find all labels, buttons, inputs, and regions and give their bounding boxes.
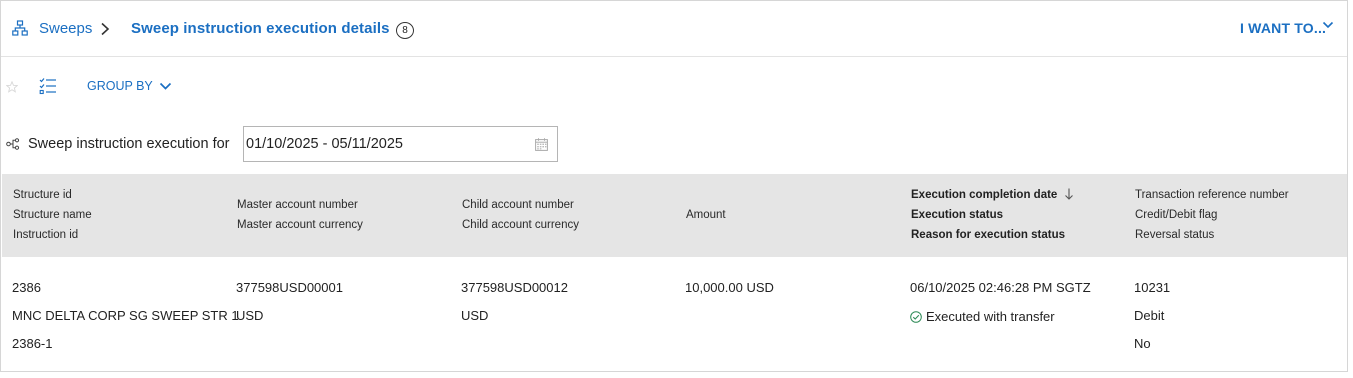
check-circle-icon <box>910 311 922 323</box>
chevron-down-icon[interactable] <box>1322 20 1334 30</box>
column-header-amount[interactable]: Amount <box>686 205 726 225</box>
favorite-star-icon[interactable] <box>6 81 18 93</box>
child-account-currency-cell: USD <box>461 308 489 323</box>
page-title: Sweep instruction execution details <box>131 20 390 37</box>
reversal-status-cell: No <box>1134 336 1151 351</box>
credit-debit-flag-cell: Debit <box>1134 308 1165 323</box>
date-range-value[interactable]: 01/10/2025 - 05/11/2025 <box>246 136 403 152</box>
execution-status-cell: Executed with transfer <box>910 309 1055 324</box>
execution-status-label: Executed with transfer <box>926 309 1055 324</box>
date-range-input[interactable]: 01/10/2025 - 05/11/2025 <box>243 126 558 162</box>
amount-cell: 10,000.00 USD <box>685 280 774 295</box>
record-count-badge: 8 <box>396 22 414 39</box>
filter-label: Sweep instruction execution for <box>28 136 230 152</box>
child-account-number-cell: 377598USD00012 <box>461 280 568 295</box>
column-header-execution[interactable]: Execution completion date Execution stat… <box>911 185 1074 245</box>
sort-descending-icon[interactable] <box>1064 188 1074 200</box>
column-settings-icon[interactable] <box>39 77 57 95</box>
chevron-right-icon <box>101 22 110 36</box>
master-account-currency-cell: USD <box>236 308 264 323</box>
column-header-master-account[interactable]: Master account number Master account cur… <box>237 195 363 235</box>
table-header: Structure id Structure name Instruction … <box>2 174 1347 257</box>
chevron-down-icon[interactable] <box>159 82 172 91</box>
i-want-to-menu[interactable]: I WANT TO... <box>1240 20 1326 36</box>
instruction-id-cell: 2386-1 <box>12 336 53 351</box>
calendar-icon[interactable] <box>535 138 548 151</box>
master-account-number-cell: 377598USD00001 <box>236 280 343 295</box>
breadcrumb-sweeps-link[interactable]: Sweeps <box>39 20 92 37</box>
structure-id-cell: 2386 <box>12 280 41 295</box>
group-by-button[interactable]: GROUP BY <box>87 79 153 93</box>
page-header: Sweeps Sweep instruction execution detai… <box>1 1 1347 57</box>
execution-completion-date-cell: 06/10/2025 02:46:28 PM SGTZ <box>910 280 1091 295</box>
structure-tree-icon <box>6 138 20 150</box>
structure-name-cell: MNC DELTA CORP SG SWEEP STR 1 <box>12 308 239 323</box>
column-header-transaction[interactable]: Transaction reference number Credit/Debi… <box>1135 185 1289 245</box>
column-header-structure[interactable]: Structure id Structure name Instruction … <box>13 185 92 245</box>
hierarchy-icon <box>12 20 28 36</box>
page-frame: Sweeps Sweep instruction execution detai… <box>0 0 1348 372</box>
column-header-child-account[interactable]: Child account number Child account curre… <box>462 195 579 235</box>
transaction-reference-cell: 10231 <box>1134 280 1171 295</box>
